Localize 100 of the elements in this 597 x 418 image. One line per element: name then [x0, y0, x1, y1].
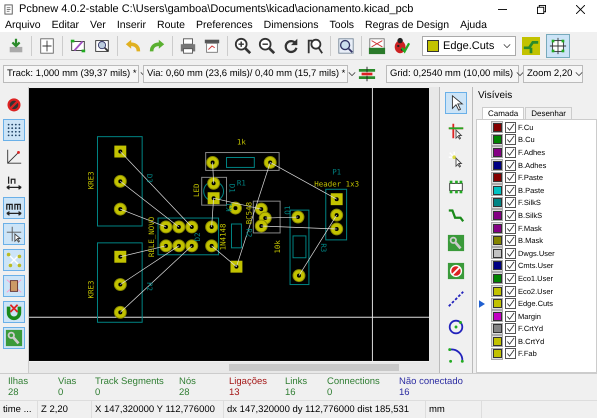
- stat-value: 0: [95, 387, 102, 398]
- printer-icon[interactable]: [179, 36, 197, 54]
- close-icon[interactable]: [576, 4, 585, 14]
- layer-checkbox[interactable]: [505, 272, 516, 284]
- keepout-icon: [447, 262, 465, 280]
- layer-checkbox[interactable]: [505, 222, 516, 234]
- menu-item[interactable]: Arquivo: [5, 19, 41, 31]
- layer-color-swatch[interactable]: [491, 260, 503, 272]
- layer-color-swatch[interactable]: [491, 310, 503, 322]
- zone-icon: [5, 329, 23, 347]
- layer-checkbox[interactable]: [505, 336, 516, 347]
- menu-item[interactable]: Ver: [90, 19, 106, 31]
- layer-color-swatch[interactable]: [491, 298, 503, 310]
- layers-panel-toggle[interactable]: [546, 34, 570, 58]
- zoom-in-icon[interactable]: [234, 36, 252, 54]
- layer-color-swatch[interactable]: [491, 272, 503, 284]
- menu-item[interactable]: Ajuda: [460, 19, 487, 31]
- horizontal-scrollbar[interactable]: [29, 362, 439, 373]
- layer-color-swatch[interactable]: [491, 335, 503, 348]
- chevron-icon: [503, 42, 511, 48]
- menu-item[interactable]: Editar: [52, 19, 80, 31]
- ladybug-icon[interactable]: [392, 36, 410, 54]
- layer-checkbox[interactable]: [505, 146, 516, 158]
- circle-icon: [447, 318, 465, 336]
- menu-item[interactable]: Inserir: [116, 19, 146, 31]
- layer-checkbox[interactable]: [505, 323, 516, 334]
- layer-color-swatch[interactable]: [491, 196, 503, 209]
- layer-pair-icon[interactable]: [522, 36, 540, 54]
- layer-color-swatch[interactable]: [491, 285, 503, 298]
- layer-checkbox[interactable]: [505, 160, 516, 171]
- footprint-icon: [549, 36, 567, 54]
- zoom-out-icon[interactable]: [258, 36, 276, 54]
- vertical-scrollbar[interactable]: [429, 87, 439, 362]
- zone-toggle[interactable]: [3, 327, 25, 349]
- layer-checkbox[interactable]: [505, 172, 516, 184]
- layer-color-swatch[interactable]: [491, 146, 503, 158]
- layer-checkbox[interactable]: [505, 260, 516, 272]
- layer-checkbox[interactable]: [505, 210, 516, 221]
- zone-tool[interactable]: [445, 232, 467, 254]
- layer-color-swatch[interactable]: [491, 348, 503, 360]
- menu-item[interactable]: Tools: [330, 19, 354, 31]
- tray-icon[interactable]: [7, 36, 25, 54]
- layer-color-swatch[interactable]: [491, 322, 503, 335]
- magnet-icon: [5, 303, 23, 321]
- status-field: dx 147,320000 dy 112,776000 dist 185,531: [224, 401, 426, 418]
- menu-item[interactable]: Regras de Design: [365, 19, 450, 31]
- layer-checkbox[interactable]: [505, 286, 516, 297]
- grid-toggle[interactable]: [3, 119, 25, 141]
- layer-color-swatch[interactable]: [491, 121, 503, 134]
- select-arrow-tool[interactable]: [445, 92, 467, 114]
- layer-checkbox[interactable]: [505, 235, 516, 246]
- layer-checkbox[interactable]: [505, 122, 516, 133]
- ratsnest-toggle[interactable]: [3, 249, 25, 271]
- keepout-tool[interactable]: [445, 260, 467, 282]
- layer-color-swatch[interactable]: [491, 134, 503, 146]
- polar-coordinates-icon: [5, 147, 23, 165]
- crosshair-cursor-toggle[interactable]: [3, 223, 25, 245]
- search-icon[interactable]: [337, 36, 355, 54]
- menu-item[interactable]: Preferences: [196, 19, 253, 31]
- plotter-icon[interactable]: [203, 36, 221, 54]
- chip-icon: [5, 277, 23, 295]
- menu-item[interactable]: Route: [157, 19, 186, 31]
- layer-dropdown[interactable]: Edge.Cuts: [422, 36, 516, 56]
- panel-tab[interactable]: Camada: [482, 107, 524, 119]
- layer-checkbox[interactable]: [505, 310, 516, 322]
- status-field: X 147,320000 Y 112,776000: [92, 401, 224, 418]
- layer-checkbox[interactable]: [505, 134, 516, 146]
- netlist-icon[interactable]: [368, 36, 386, 54]
- mm-units-toggle[interactable]: [3, 197, 25, 219]
- layer-checkbox[interactable]: [505, 184, 516, 196]
- track-width-icon[interactable]: [358, 64, 376, 82]
- magnet-toggle[interactable]: [3, 301, 25, 323]
- layer-color-swatch[interactable]: [491, 222, 503, 234]
- layer-color-swatch[interactable]: [491, 209, 503, 222]
- highlight-net-icon: [447, 150, 465, 168]
- chip-toggle[interactable]: [3, 275, 25, 297]
- scrollbar-thumb[interactable]: [229, 364, 399, 371]
- layer-color-swatch[interactable]: [491, 172, 503, 184]
- zoom-dropdown[interactable]: Zoom 2,20: [523, 64, 583, 82]
- zoom-fit-icon[interactable]: [306, 36, 324, 54]
- stat-label: Track Segments: [95, 376, 165, 387]
- layer-name: Edge.Cuts: [443, 40, 494, 52]
- layer-checkbox[interactable]: [505, 197, 516, 208]
- layer-color-swatch[interactable]: [491, 247, 503, 260]
- layer-checkbox[interactable]: [505, 248, 516, 259]
- layer-color-swatch[interactable]: [491, 234, 503, 247]
- page-settings-icon[interactable]: [38, 36, 56, 54]
- stat-label: Ilhas: [8, 376, 30, 387]
- panel-tab[interactable]: Desenhar: [525, 107, 572, 119]
- layer-checkbox[interactable]: [505, 298, 516, 310]
- stat-value: 16: [399, 387, 411, 398]
- redraw-icon[interactable]: [282, 36, 300, 54]
- panel-title: Visíveis: [477, 89, 514, 103]
- layer-color-swatch[interactable]: [491, 184, 503, 196]
- layer-color-swatch[interactable]: [491, 159, 503, 172]
- menu-item[interactable]: Dimensions: [264, 19, 319, 31]
- restore-icon[interactable]: [537, 4, 546, 14]
- footprint-editor-icon[interactable]: [69, 36, 87, 54]
- layer-checkbox[interactable]: [505, 348, 516, 360]
- crosshair-cursor-icon: [5, 225, 23, 243]
